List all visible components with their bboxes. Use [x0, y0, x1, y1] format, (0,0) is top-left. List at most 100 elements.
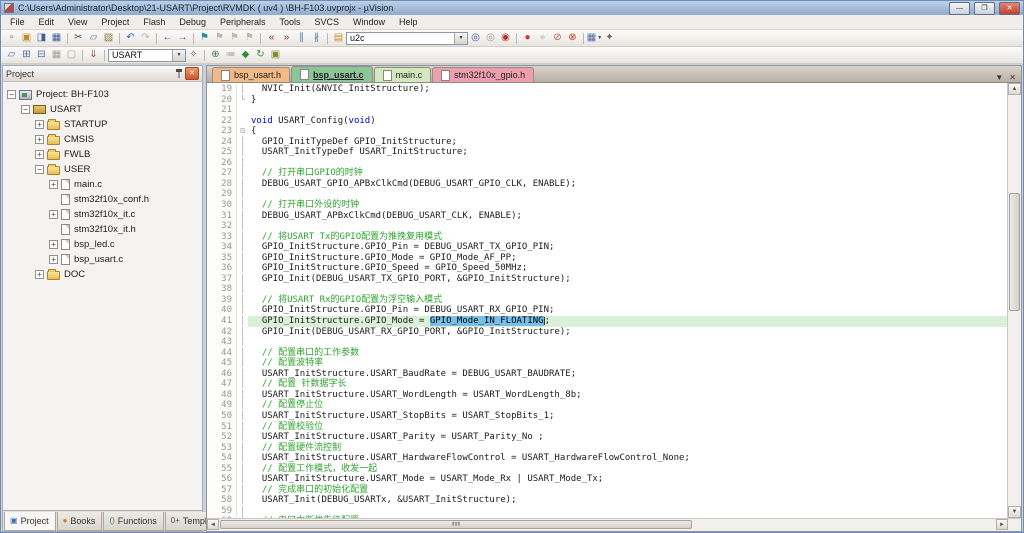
- chevron-down-icon[interactable]: ▼: [454, 33, 467, 44]
- undo-button[interactable]: ↶: [123, 31, 138, 45]
- tree-item-main-c[interactable]: +main.c: [3, 177, 202, 192]
- expand-icon[interactable]: +: [49, 180, 58, 189]
- menu-tools[interactable]: Tools: [272, 17, 307, 27]
- code-line-56[interactable]: 56│ USART_InitStructure.USART_Mode = USA…: [207, 474, 1007, 485]
- code-line-48[interactable]: 48│ USART_InitStructure.USART_WordLength…: [207, 390, 1007, 401]
- tree-item-stm32f10x-it-c[interactable]: +stm32f10x_it.c: [3, 207, 202, 222]
- code-line-55[interactable]: 55│ // 配置工作模式，收发一起: [207, 464, 1007, 475]
- tree-item-doc[interactable]: +DOC: [3, 267, 202, 282]
- options-for-target-button[interactable]: ✧: [186, 48, 201, 62]
- code-line-20[interactable]: 20└}: [207, 95, 1007, 106]
- find-previous-button[interactable]: ◎: [483, 31, 498, 45]
- debug-windows-button[interactable]: ▦▼: [587, 31, 602, 45]
- tab-stm32f10x-gpio-h[interactable]: stm32f10x_gpio.h: [432, 67, 534, 82]
- panel-tab-books[interactable]: ●Books: [57, 512, 103, 531]
- find-button[interactable]: ◉: [498, 31, 513, 45]
- clear-bookmarks-button[interactable]: ⚑: [242, 31, 257, 45]
- code-line-49[interactable]: 49│ // 配置停止位: [207, 400, 1007, 411]
- code-line-38[interactable]: 38│: [207, 284, 1007, 295]
- collapse-icon[interactable]: −: [35, 165, 44, 174]
- code-line-51[interactable]: 51│ // 配置校验位: [207, 422, 1007, 433]
- open-file-button[interactable]: ▣: [19, 31, 34, 45]
- code-line-33[interactable]: 33│ // 将USART Tx的GPIO配置为推挽复用模式: [207, 232, 1007, 243]
- expand-icon[interactable]: +: [35, 270, 44, 279]
- scroll-left-icon[interactable]: ◄: [207, 519, 219, 530]
- code-line-25[interactable]: 25│ USART_InitTypeDef USART_InitStructur…: [207, 147, 1007, 158]
- code-line-44[interactable]: 44│ // 配置串口的工作参数: [207, 348, 1007, 359]
- code-line-52[interactable]: 52│ USART_InitStructure.USART_Parity = U…: [207, 432, 1007, 443]
- minimize-button[interactable]: —: [949, 2, 970, 15]
- menu-project[interactable]: Project: [94, 17, 136, 27]
- code-line-31[interactable]: 31│ DEBUG_USART_APBxClkCmd(DEBUG_USART_C…: [207, 211, 1007, 222]
- tree-item-fwlb[interactable]: +FWLB: [3, 147, 202, 162]
- select-target-combobox[interactable]: USART▼: [108, 49, 186, 62]
- previous-bookmark-button[interactable]: ⚑: [212, 31, 227, 45]
- menu-file[interactable]: File: [3, 17, 32, 27]
- save-button[interactable]: ◨: [34, 31, 49, 45]
- code-line-36[interactable]: 36│ GPIO_InitStructure.GPIO_Speed = GPIO…: [207, 263, 1007, 274]
- manage-runtime-environment-button[interactable]: ◆: [238, 48, 253, 62]
- code-line-41[interactable]: 41│ GPIO_InitStructure.GPIO_Mode = GPIO_…: [207, 316, 1007, 327]
- redo-button[interactable]: ↷: [138, 31, 153, 45]
- code-line-46[interactable]: 46│ USART_InitStructure.USART_BaudRate =…: [207, 369, 1007, 380]
- collapse-icon[interactable]: −: [21, 105, 30, 114]
- configure-button[interactable]: ✦: [602, 31, 617, 45]
- code-line-39[interactable]: 39│ // 将USART Rx的GPIO配置为浮空输入模式: [207, 295, 1007, 306]
- update-software-packs-button[interactable]: ↻: [253, 48, 268, 62]
- code-line-43[interactable]: 43│: [207, 337, 1007, 348]
- code-line-29[interactable]: 29│: [207, 189, 1007, 200]
- expand-icon[interactable]: +: [49, 255, 58, 264]
- build-button[interactable]: ⊞: [19, 48, 34, 62]
- menu-debug[interactable]: Debug: [172, 17, 213, 27]
- expand-icon[interactable]: +: [49, 210, 58, 219]
- code-line-50[interactable]: 50│ USART_InitStructure.USART_StopBits =…: [207, 411, 1007, 422]
- copy-button[interactable]: ▱: [86, 31, 101, 45]
- scroll-up-icon[interactable]: ▲: [1008, 83, 1021, 95]
- code-editor[interactable]: 19│ NVIC_Init(&NVIC_InitStructure);20└} 2…: [207, 83, 1007, 518]
- close-button[interactable]: ✕: [999, 2, 1020, 15]
- scroll-down-icon[interactable]: ▼: [1008, 506, 1021, 518]
- vertical-scrollbar[interactable]: ▲ ▼: [1007, 83, 1021, 518]
- code-line-37[interactable]: 37│ GPIO_Init(DEBUG_USART_TX_GPIO_PORT, …: [207, 274, 1007, 285]
- code-line-27[interactable]: 27│ // 打开串口GPIO的时钟: [207, 168, 1007, 179]
- menu-peripherals[interactable]: Peripherals: [213, 17, 273, 27]
- expand-icon[interactable]: +: [35, 150, 44, 159]
- translate-file-button[interactable]: ▱: [4, 48, 19, 62]
- tree-item-bsp-usart-c[interactable]: +bsp_usart.c: [3, 252, 202, 267]
- code-line-57[interactable]: 57│ // 完成串口的初始化配置: [207, 485, 1007, 496]
- pin-icon[interactable]: [173, 68, 185, 79]
- code-line-59[interactable]: 59│: [207, 506, 1007, 517]
- code-line-30[interactable]: 30│ // 打开串口外设的时钟: [207, 200, 1007, 211]
- expand-icon[interactable]: +: [49, 240, 58, 249]
- tree-item-startup[interactable]: +STARTUP: [3, 117, 202, 132]
- tab-bsp-usart-h[interactable]: bsp_usart.h: [212, 67, 290, 82]
- batch-build-button[interactable]: ▦: [49, 48, 64, 62]
- new-file-button[interactable]: ▫: [4, 31, 19, 45]
- code-line-28[interactable]: 28│ DEBUG_USART_GPIO_APBxClkCmd(DEBUG_US…: [207, 179, 1007, 190]
- code-line-40[interactable]: 40│ GPIO_InitStructure.GPIO_Pin = DEBUG_…: [207, 305, 1007, 316]
- menu-flash[interactable]: Flash: [136, 17, 172, 27]
- close-document-icon[interactable]: ✕: [1009, 73, 1016, 82]
- tab-bsp-usart-c[interactable]: bsp_usart.c: [291, 66, 373, 82]
- tree-item-cmsis[interactable]: +CMSIS: [3, 132, 202, 147]
- tree-item-bsp-led-c[interactable]: +bsp_led.c: [3, 237, 202, 252]
- navigate-back-button[interactable]: ←: [160, 31, 175, 45]
- kill-all-breakpoints-button[interactable]: ⊗: [565, 31, 580, 45]
- collapse-icon[interactable]: −: [7, 90, 16, 99]
- pack-installer-button[interactable]: ▣: [268, 48, 283, 62]
- tree-item-stm32f10x-it-h[interactable]: +stm32f10x_it.h: [3, 222, 202, 237]
- unindent-button[interactable]: «: [264, 31, 279, 45]
- find-next-button[interactable]: ◎: [468, 31, 483, 45]
- rebuild-all-button[interactable]: ⊟: [34, 48, 49, 62]
- code-line-35[interactable]: 35│ GPIO_InitStructure.GPIO_Mode = GPIO_…: [207, 253, 1007, 264]
- file-extensions-button[interactable]: ≔: [223, 48, 238, 62]
- menu-help[interactable]: Help: [392, 17, 425, 27]
- code-line-23[interactable]: 23⊟{: [207, 126, 1007, 137]
- code-line-34[interactable]: 34│ GPIO_InitStructure.GPIO_Pin = DEBUG_…: [207, 242, 1007, 253]
- expand-icon[interactable]: +: [35, 135, 44, 144]
- navigate-forward-button[interactable]: →: [175, 31, 190, 45]
- insert-breakpoint-button[interactable]: ●: [520, 31, 535, 45]
- menu-svcs[interactable]: SVCS: [308, 17, 347, 27]
- code-line-19[interactable]: 19│ NVIC_Init(&NVIC_InitStructure);: [207, 84, 1007, 95]
- code-line-58[interactable]: 58│ USART_Init(DEBUG_USARTx, &USART_Init…: [207, 495, 1007, 506]
